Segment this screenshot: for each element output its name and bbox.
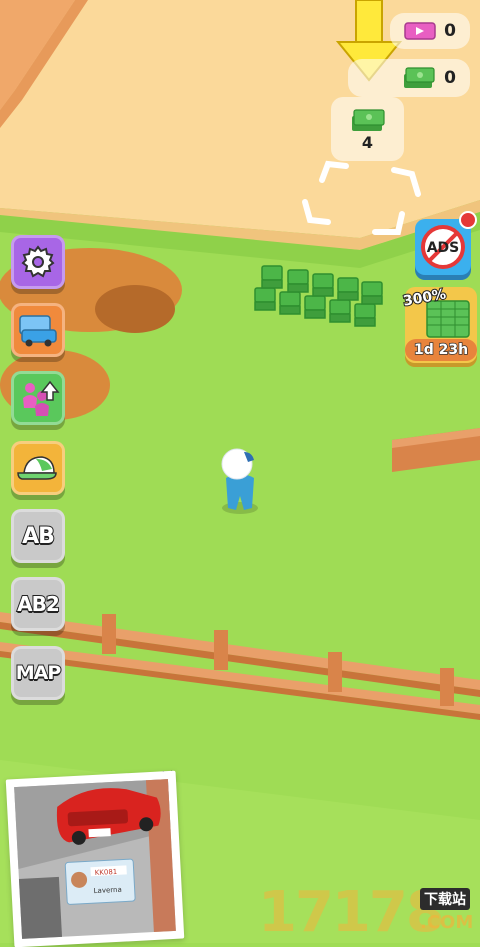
cap-button[interactable] [11, 441, 65, 495]
map-button-label: MAP [15, 661, 63, 685]
ab-button[interactable]: AB [11, 509, 65, 563]
van-icon [19, 315, 57, 347]
staff-upgrade-button[interactable] [11, 371, 65, 425]
watermark-logo: 17178 [258, 880, 445, 945]
cash-icon [351, 108, 385, 131]
ab2-button[interactable]: AB2 [11, 577, 65, 631]
watermark-domain: .COM [420, 912, 474, 933]
tickets-counter: 0 [390, 13, 470, 49]
cash-pickup-count: 4 [361, 132, 374, 152]
ab-button-label: AB [21, 523, 56, 550]
settings-button[interactable] [11, 235, 65, 289]
player-character [221, 448, 258, 514]
tickets-count: 0 [444, 21, 456, 41]
ad-license-name: Laverna [93, 886, 122, 895]
cash-icon [404, 67, 435, 88]
ad-banner[interactable]: KK081 Laverna [5, 770, 185, 947]
boost-timer: 1d 23h [405, 339, 477, 361]
staff-upgrade-icon [23, 380, 60, 416]
cash-count: 0 [444, 68, 456, 88]
ad-image: KK081 Laverna [14, 779, 176, 939]
gear-icon [21, 245, 55, 278]
ticket-icon [404, 22, 436, 40]
notification-dot [459, 211, 477, 229]
watermark-subtitle: 下载站 [420, 888, 470, 910]
vehicle-button[interactable] [11, 303, 65, 357]
map-button[interactable]: MAP [11, 646, 65, 700]
ad-plate-text: KK081 [95, 868, 118, 877]
cash-pickup[interactable]: 4 [331, 97, 404, 161]
ads-label: ADS [427, 240, 460, 256]
ab2-button-label: AB2 [16, 591, 61, 617]
cap-icon [17, 456, 57, 480]
cash-counter: 0 [348, 59, 470, 97]
